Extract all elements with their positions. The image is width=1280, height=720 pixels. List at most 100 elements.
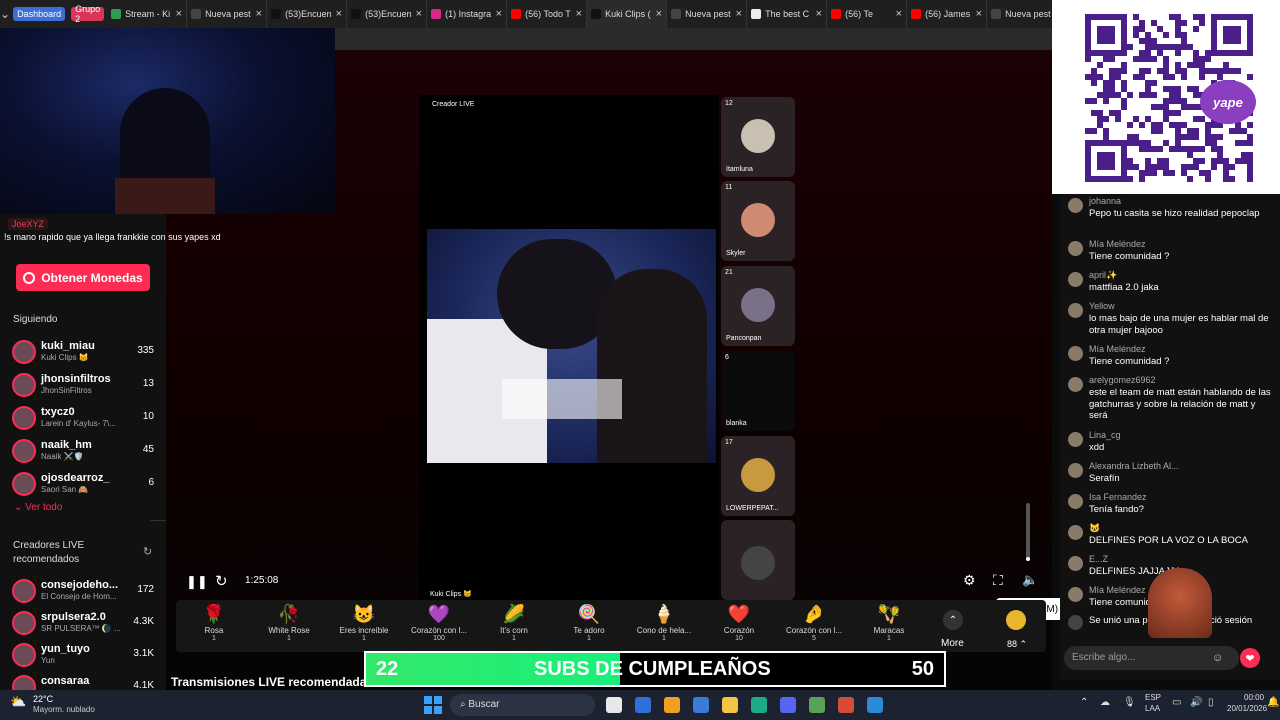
chat-avatar[interactable] <box>1068 587 1083 602</box>
coin-balance[interactable]: 88 ⌃ <box>1007 639 1027 650</box>
tab-group-2[interactable]: Grupo 2 <box>71 4 105 24</box>
chat-avatar[interactable] <box>1068 303 1083 318</box>
like-heart-button[interactable]: ❤ <box>1240 648 1260 668</box>
chat-avatar[interactable] <box>1068 272 1083 287</box>
gift-item[interactable]: 🍭 Te adoro 1 <box>551 604 627 652</box>
channel-row[interactable]: yun_tuyo Yun 3.1K <box>12 640 154 670</box>
gift-item[interactable]: 🌽 It's corn 1 <box>476 604 552 652</box>
volume-slider[interactable] <box>1026 503 1030 561</box>
close-tab-icon[interactable]: × <box>256 8 262 20</box>
chat-username[interactable]: Mía Meléndez <box>1089 344 1146 354</box>
browser-tab[interactable]: Stream - Ki × <box>107 0 188 28</box>
emoji-icon[interactable]: ☺ <box>1212 652 1223 664</box>
chat-avatar[interactable] <box>1068 494 1083 509</box>
browser-tab[interactable]: (56) Todo T × <box>507 0 588 28</box>
clock-time[interactable]: 00:00 <box>1244 693 1264 702</box>
gift-item[interactable]: 🤌 Corazón con l... 5 <box>776 604 852 652</box>
input-language[interactable]: ESP <box>1145 693 1161 702</box>
tray-cloud-icon[interactable]: ☁ <box>1100 697 1110 708</box>
app-icon[interactable] <box>867 697 883 713</box>
close-tab-icon[interactable]: × <box>896 8 902 20</box>
close-tab-icon[interactable]: × <box>576 8 582 20</box>
battery-icon[interactable]: ▯ <box>1208 697 1214 708</box>
channel-row[interactable]: naaik_hm Naaik ⚔️🛡️ 45 <box>12 436 154 466</box>
pause-icon[interactable]: ❚❚ <box>186 574 208 590</box>
chat-username[interactable]: Lina_cg <box>1089 430 1121 440</box>
tray-mic-icon[interactable]: 🎙 <box>1123 697 1136 708</box>
chat-username[interactable]: Yellow <box>1089 301 1115 311</box>
host-video[interactable] <box>427 229 716 463</box>
close-tab-icon[interactable]: × <box>336 8 342 20</box>
close-tab-icon[interactable]: × <box>176 8 182 20</box>
browser-tab[interactable]: (53)Encuen × <box>267 0 348 28</box>
chat-avatar[interactable] <box>1068 377 1083 392</box>
copilot-icon[interactable] <box>664 697 680 713</box>
chrome-icon[interactable] <box>838 697 854 713</box>
close-tab-icon[interactable]: × <box>416 8 422 20</box>
gift-item[interactable]: ❤️ Corazón 10 <box>701 604 777 652</box>
guest-tile[interactable]: 11 Skyler <box>721 181 795 261</box>
refresh-icon[interactable]: ↻ <box>215 572 228 590</box>
task-view-icon[interactable] <box>606 697 622 713</box>
gift-item[interactable]: 🥀 White Rose 1 <box>251 604 327 652</box>
volume-icon[interactable]: 🔈 <box>1022 572 1038 588</box>
channel-row[interactable]: ojosdearroz_ Saori San 🙈 6 <box>12 469 154 499</box>
more-gifts-button[interactable]: More <box>941 638 964 649</box>
get-coins-button[interactable]: Obtener Monedas <box>16 264 150 291</box>
channel-row[interactable]: srpulsera2.0 SR PULSERA™ 🌘 ... 4.3K <box>12 608 154 638</box>
chat-avatar[interactable] <box>1068 346 1083 361</box>
chat-username[interactable]: johanna <box>1089 196 1121 206</box>
chat-username[interactable]: Alexandra Lizbeth Al... <box>1089 461 1179 471</box>
tab-list-chevron-icon[interactable]: ⌄ <box>0 0 10 28</box>
refresh-recommended-icon[interactable]: ↻ <box>143 545 152 558</box>
chat-avatar[interactable] <box>1068 525 1083 540</box>
browser-tab[interactable]: Nueva pest × <box>667 0 748 28</box>
chat-username[interactable]: 🐱 <box>1089 523 1100 534</box>
gift-item[interactable]: 🪇 Maracas 1 <box>851 604 927 652</box>
discord-icon[interactable] <box>780 697 796 713</box>
settings-icon[interactable]: ⚙ <box>963 572 976 589</box>
chat-username[interactable]: Mía Meléndez <box>1089 585 1146 595</box>
close-tab-icon[interactable]: × <box>816 8 822 20</box>
chat-username[interactable]: E...Z <box>1089 554 1108 564</box>
guest-tile[interactable]: 12 Itamluna <box>721 97 795 177</box>
browser-tab[interactable]: The best C × <box>747 0 828 28</box>
guest-tile[interactable] <box>721 520 795 600</box>
close-tab-icon[interactable]: × <box>656 8 662 20</box>
channel-row[interactable]: consejodeho... El Consejo de Hom... 172 <box>12 576 154 606</box>
speaker-icon[interactable]: 🔊 <box>1190 697 1202 708</box>
notifications-icon[interactable]: 🔔 <box>1267 697 1279 708</box>
taskbar-search[interactable]: ⌕ Buscar <box>450 694 595 716</box>
chat-avatar[interactable] <box>1068 241 1083 256</box>
see-all-link[interactable]: ⌄ Ver todo <box>14 502 62 513</box>
xbox-icon[interactable] <box>809 697 825 713</box>
guest-tile[interactable]: 6 blanka <box>721 351 795 431</box>
chat-avatar[interactable] <box>1068 198 1083 213</box>
store-icon[interactable] <box>635 697 651 713</box>
browser-tab[interactable]: Kuki Clips (× <box>587 0 668 28</box>
chat-username[interactable]: april✨ <box>1089 270 1117 281</box>
chat-username[interactable]: arelygomez6962 <box>1089 375 1156 385</box>
network-icon[interactable]: ▭ <box>1172 697 1181 708</box>
browser-tab[interactable]: (56) Te × <box>827 0 908 28</box>
fullscreen-icon[interactable]: ⛶ <box>993 572 1003 589</box>
tab-group-dashboard[interactable]: Dashboard <box>13 7 66 21</box>
guest-tile[interactable]: 17 LOWERPEPAT... <box>721 436 795 516</box>
chat-avatar[interactable] <box>1068 463 1083 478</box>
close-tab-icon[interactable]: × <box>496 8 502 20</box>
gift-item[interactable]: 😺 Eres increíble 1 <box>326 604 402 652</box>
browser-tab[interactable]: (1) Instagra × <box>427 0 508 28</box>
close-tab-icon[interactable]: × <box>976 8 982 20</box>
browser-tab[interactable]: (56) James × <box>907 0 988 28</box>
gift-scroll-up-icon[interactable]: ⌃ <box>943 610 963 630</box>
weather-temp[interactable]: 22°C <box>33 694 53 704</box>
close-tab-icon[interactable]: × <box>736 8 742 20</box>
channel-row[interactable]: txycz0 Larein d' Kaylus- 7\... 10 <box>12 403 154 433</box>
tray-chevron-icon[interactable]: ⌃ <box>1080 697 1088 708</box>
channel-row[interactable]: kuki_miau Kuki Clips 😸 335 <box>12 337 154 367</box>
weather-icon[interactable]: ⛅ <box>10 694 26 710</box>
file-explorer-icon[interactable] <box>693 697 709 713</box>
channel-row[interactable]: jhonsinfiltros JhonSinFiltros 13 <box>12 370 154 400</box>
edge-icon[interactable] <box>751 697 767 713</box>
folder-icon[interactable] <box>722 697 738 713</box>
